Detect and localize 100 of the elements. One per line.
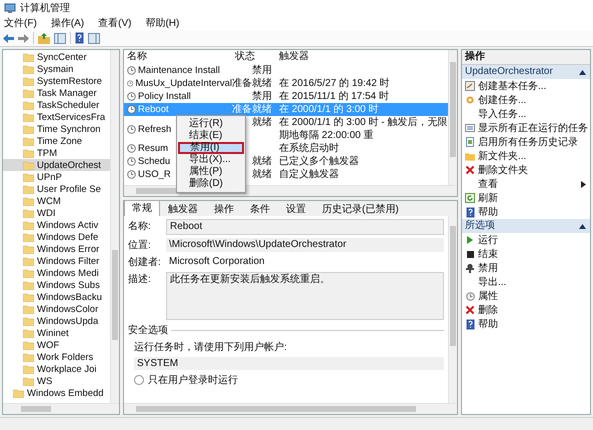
action-item[interactable]: 启用所有任务历史记录 <box>462 135 590 149</box>
folder-icon <box>23 76 34 86</box>
menu-item[interactable]: 删除(D) <box>178 178 244 190</box>
menu-item[interactable]: 禁用(I) <box>178 142 244 154</box>
tree-item[interactable]: WS <box>3 375 110 387</box>
tree-item[interactable]: TPM <box>3 147 110 159</box>
task-status: 禁用 <box>252 91 272 102</box>
forward-icon[interactable] <box>18 34 29 42</box>
field-value[interactable]: 此任务在更新安装后触发系统重启。 <box>166 272 444 320</box>
tab[interactable]: 操作 <box>206 202 242 216</box>
clock-icon <box>127 170 136 179</box>
tree-item[interactable]: Windows Error <box>3 243 110 255</box>
tree-item[interactable]: Work Folders <box>3 351 110 363</box>
action-item[interactable]: 帮助 <box>462 317 590 331</box>
action-item[interactable]: 帮助 <box>462 205 590 219</box>
field-value[interactable]: Reboot <box>166 219 444 235</box>
action-item[interactable]: 导出... <box>462 275 590 289</box>
action-item[interactable]: 删除 <box>462 303 590 317</box>
action-item[interactable]: 导入任务... <box>462 107 590 121</box>
task-name[interactable]: Resum <box>138 142 168 155</box>
help-icon[interactable] <box>75 32 84 44</box>
action-item[interactable]: 属性 <box>462 289 590 303</box>
pane-icon[interactable] <box>54 32 66 44</box>
radio-button[interactable] <box>134 375 144 385</box>
pane-icon[interactable] <box>88 32 100 44</box>
back-icon[interactable] <box>3 34 14 42</box>
task-name[interactable]: MusUx_UpdateInterval <box>135 77 232 90</box>
horizontal-scrollbar[interactable] <box>3 403 119 414</box>
task-status: 就绪 <box>252 169 272 180</box>
clock-icon <box>127 79 134 88</box>
tab[interactable]: 设置 <box>278 202 314 216</box>
menu-item[interactable]: 文件(F) <box>4 16 37 30</box>
tree-item[interactable]: SyncCenter <box>3 51 110 63</box>
tree-item[interactable]: WDI <box>3 207 110 219</box>
tab[interactable]: 常规 <box>124 200 160 216</box>
tree-item[interactable]: Time Synchron <box>3 123 110 135</box>
tree-item[interactable]: WindowsUpda <box>3 315 110 327</box>
menu-item[interactable]: 导出(X)... <box>178 154 244 166</box>
menu-item[interactable]: 结束(E) <box>178 130 244 142</box>
menu-item[interactable]: 查看(V) <box>98 16 132 30</box>
menu-item[interactable]: 运行(R) <box>178 118 244 130</box>
vertical-scrollbar[interactable] <box>448 216 457 403</box>
action-item[interactable]: 新文件夹... <box>462 149 590 163</box>
tree-item[interactable]: Windows Activ <box>3 219 110 231</box>
column-header[interactable]: 状态 <box>232 50 276 64</box>
tree-item[interactable]: SystemRestore <box>3 75 110 87</box>
tree-item[interactable]: TaskScheduler <box>3 99 110 111</box>
tree-item[interactable]: User Profile Se <box>3 183 110 195</box>
task-name[interactable]: Policy Install <box>138 90 191 103</box>
tree-item[interactable]: Workplace Joi <box>3 363 110 375</box>
tree-item[interactable]: Windows Defe <box>3 231 110 243</box>
action-item[interactable]: 创建基本任务... <box>462 79 590 93</box>
task-name[interactable]: Schedu <box>138 155 170 168</box>
tree-item[interactable]: Sysmain <box>3 63 110 75</box>
field-label: 名称: <box>128 220 152 233</box>
tab[interactable]: 历史记录(已禁用) <box>314 202 407 216</box>
column-header[interactable]: 名称 <box>124 50 232 64</box>
action-item[interactable]: 运行 <box>462 233 590 247</box>
folder-icon <box>23 52 34 62</box>
action-item[interactable]: 刷新 <box>462 191 590 205</box>
tree-item[interactable]: WCM <box>3 195 110 207</box>
up-folder-icon[interactable] <box>38 32 50 44</box>
collapse-icon[interactable] <box>579 224 586 228</box>
section-header[interactable]: 所选项 <box>462 219 590 233</box>
menu-item[interactable]: 操作(A) <box>50 16 84 30</box>
tab[interactable]: 条件 <box>242 202 278 216</box>
tab[interactable]: 触发器 <box>160 202 206 216</box>
horizontal-scrollbar[interactable] <box>124 403 457 414</box>
tree-item[interactable]: Windows Medi <box>3 267 110 279</box>
tree-item[interactable]: UPnP <box>3 171 110 183</box>
task-name[interactable]: Maintenance Install <box>138 64 220 77</box>
folder-icon <box>23 208 34 218</box>
action-item[interactable]: 结束 <box>462 247 590 261</box>
tree-item[interactable]: Windows Embedd <box>3 387 110 399</box>
menu-item[interactable]: 帮助(H) <box>145 16 180 30</box>
tree-item[interactable]: Time Zone <box>3 135 110 147</box>
collapse-icon[interactable] <box>579 70 586 74</box>
tree-item[interactable]: Windows Subs <box>3 279 110 291</box>
task-name[interactable]: USO_R <box>138 168 171 181</box>
vertical-scrollbar[interactable] <box>110 50 119 403</box>
menu-item[interactable]: 属性(P) <box>178 166 244 178</box>
tree-item[interactable]: Windows Filter <box>3 255 110 267</box>
vertical-scrollbar[interactable] <box>448 50 457 185</box>
action-item[interactable]: 删除文件夹 <box>462 163 590 177</box>
task-name[interactable]: Refresh <box>138 122 172 136</box>
action-item[interactable]: 显示所有正在运行的任务 <box>462 121 590 135</box>
tree-item[interactable]: WOF <box>3 339 110 351</box>
tree-item[interactable]: WindowsColor <box>3 303 110 315</box>
action-item[interactable]: 禁用 <box>462 261 590 275</box>
section-header[interactable]: UpdateOrchestrator <box>462 65 590 79</box>
folder-icon <box>23 268 34 278</box>
action-item[interactable]: 查看 <box>462 177 590 191</box>
column-header[interactable]: 触发器 <box>276 50 448 64</box>
folder-icon <box>465 152 475 160</box>
tree-item[interactable]: WindowsBacku <box>3 291 110 303</box>
tree-item[interactable]: Task Manager <box>3 87 110 99</box>
tree-item[interactable]: Wininet <box>3 327 110 339</box>
tree-item[interactable]: TextServicesFra <box>3 111 110 123</box>
tree-item[interactable]: UpdateOrchest <box>3 159 110 171</box>
action-item[interactable]: 创建任务... <box>462 93 590 107</box>
